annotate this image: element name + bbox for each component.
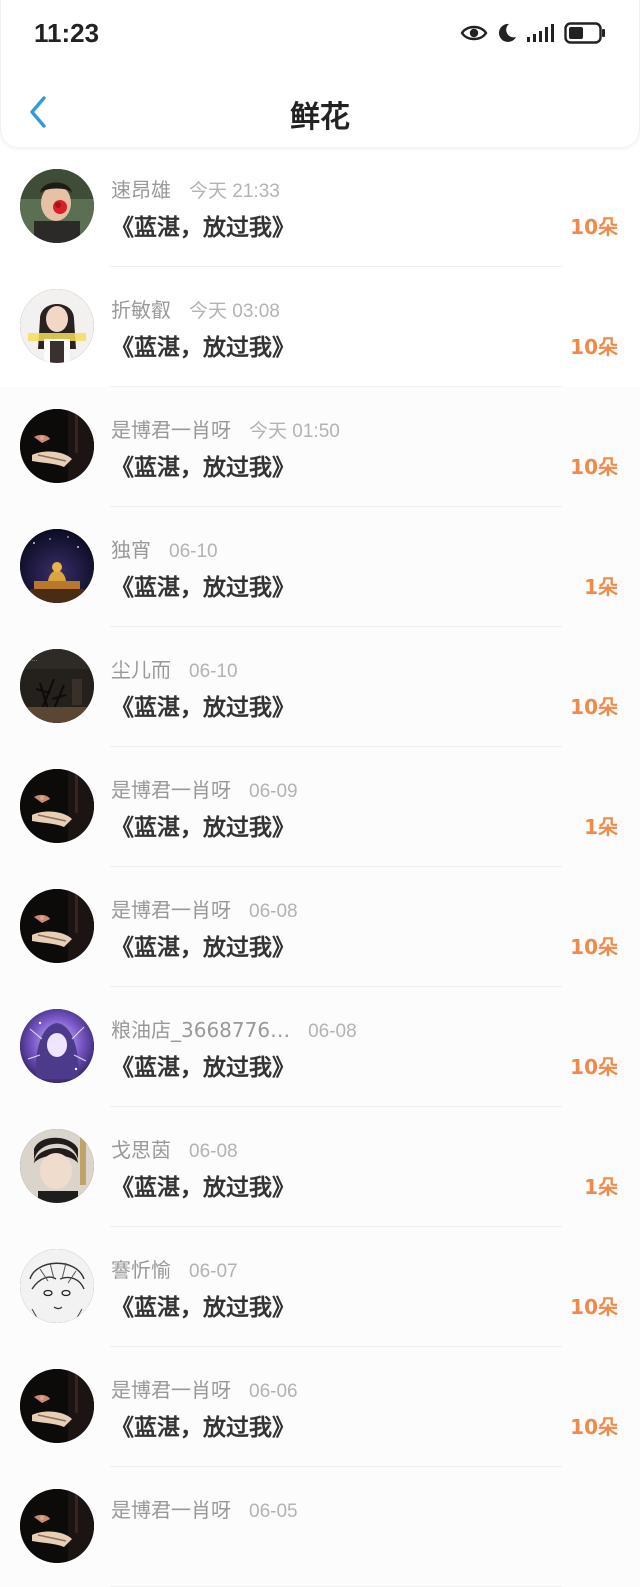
status-time: 11:23 bbox=[34, 18, 100, 48]
item-meta: 是博君一肖呀 06-05 bbox=[111, 1494, 298, 1522]
book-title: 《蓝湛，放过我》 bbox=[111, 695, 295, 721]
flower-count: 1朵 bbox=[584, 815, 618, 839]
sender-name[interactable]: 折敏叡 bbox=[111, 294, 171, 323]
sender-name[interactable]: 是博君一肖呀 bbox=[111, 774, 231, 803]
eye-icon bbox=[460, 25, 488, 41]
gift-time: 06-06 bbox=[249, 1381, 298, 1402]
gift-time: 06-08 bbox=[308, 1021, 357, 1042]
avatar[interactable] bbox=[20, 769, 94, 843]
item-meta: 是博君一肖呀 06-08 bbox=[111, 894, 298, 922]
item-meta: 戈思茵 06-08 bbox=[111, 1134, 238, 1162]
battery-icon bbox=[564, 22, 605, 44]
item-meta: 謇忻愉 06-07 bbox=[111, 1254, 238, 1282]
book-title: 《蓝湛，放过我》 bbox=[111, 335, 295, 361]
sender-name[interactable]: 粮油店_3668776… bbox=[111, 1014, 290, 1043]
gift-time: 06-08 bbox=[249, 901, 298, 922]
avatar[interactable] bbox=[20, 529, 94, 603]
list-item[interactable]: 是博君一肖呀 06-09 《蓝湛，放过我》 1朵 bbox=[0, 747, 640, 867]
avatar[interactable] bbox=[20, 169, 94, 243]
gift-time: 今天 01:50 bbox=[249, 421, 340, 442]
item-meta: 独宵 06-10 bbox=[111, 534, 218, 562]
item-meta: 速昂雄 今天 21:33 bbox=[111, 174, 280, 202]
sender-name[interactable]: 独宵 bbox=[111, 534, 151, 563]
moon-icon bbox=[498, 23, 516, 42]
flower-gift-list: 速昂雄 今天 21:33 《蓝湛，放过我》 10朵 折敏叡 今天 03:08 《… bbox=[0, 147, 640, 1587]
sender-name[interactable]: 戈思茵 bbox=[111, 1134, 171, 1163]
flower-count: 10朵 bbox=[570, 1415, 618, 1439]
sender-name[interactable]: 是博君一肖呀 bbox=[111, 1494, 231, 1523]
flower-count: 10朵 bbox=[570, 455, 618, 479]
book-title: 《蓝湛，放过我》 bbox=[111, 455, 295, 481]
book-title: 《蓝湛，放过我》 bbox=[111, 1415, 295, 1441]
item-meta: 尘儿而 06-10 bbox=[111, 654, 238, 682]
gift-time: 06-07 bbox=[189, 1261, 238, 1282]
book-title: 《蓝湛，放过我》 bbox=[111, 1055, 295, 1081]
avatar[interactable] bbox=[20, 409, 94, 483]
list-item[interactable]: 是博君一肖呀 06-08 《蓝湛，放过我》 10朵 bbox=[0, 867, 640, 987]
list-item[interactable]: 是博君一肖呀 今天 01:50 《蓝湛，放过我》 10朵 bbox=[0, 387, 640, 507]
flower-count: 10朵 bbox=[570, 935, 618, 959]
item-meta: 是博君一肖呀 06-06 bbox=[111, 1374, 298, 1402]
sender-name[interactable]: 謇忻愉 bbox=[111, 1254, 171, 1283]
sender-name[interactable]: 速昂雄 bbox=[111, 174, 171, 203]
flower-count: 1朵 bbox=[584, 1175, 618, 1199]
signal-icon bbox=[527, 24, 554, 42]
list-item[interactable]: 独宵 06-10 《蓝湛，放过我》 1朵 bbox=[0, 507, 640, 627]
sender-name[interactable]: 是博君一肖呀 bbox=[111, 894, 231, 923]
flower-count: 10朵 bbox=[570, 695, 618, 719]
book-title: 《蓝湛，放过我》 bbox=[111, 575, 295, 601]
avatar[interactable] bbox=[20, 1129, 94, 1203]
status-icons bbox=[460, 19, 606, 47]
page-title: 鲜花 bbox=[290, 100, 350, 135]
flower-count: 10朵 bbox=[570, 1295, 618, 1319]
sender-name[interactable]: 尘儿而 bbox=[111, 654, 171, 683]
list-item[interactable]: 謇忻愉 06-07 《蓝湛，放过我》 10朵 bbox=[0, 1227, 640, 1347]
list-item[interactable]: 折敏叡 今天 03:08 《蓝湛，放过我》 10朵 bbox=[0, 267, 640, 387]
gift-time: 06-10 bbox=[189, 661, 238, 682]
gift-time: 06-09 bbox=[249, 781, 298, 802]
list-item[interactable]: 速昂雄 今天 21:33 《蓝湛，放过我》 10朵 bbox=[0, 147, 640, 267]
avatar[interactable] bbox=[20, 1249, 94, 1323]
book-title: 《蓝湛，放过我》 bbox=[111, 815, 295, 841]
avatar[interactable] bbox=[20, 1369, 94, 1443]
sender-name[interactable]: 是博君一肖呀 bbox=[111, 1374, 231, 1403]
book-title: 《蓝湛，放过我》 bbox=[111, 1175, 295, 1201]
gift-time: 今天 03:08 bbox=[189, 301, 280, 322]
top-bar: 11:23 鲜花 bbox=[0, 0, 640, 147]
item-meta: 是博君一肖呀 今天 01:50 bbox=[111, 414, 340, 442]
sender-name[interactable]: 是博君一肖呀 bbox=[111, 414, 231, 443]
book-title: 《蓝湛，放过我》 bbox=[111, 1295, 295, 1321]
avatar[interactable] bbox=[20, 289, 94, 363]
list-item[interactable]: 是博君一肖呀 06-05 bbox=[0, 1467, 640, 1587]
gift-time: 06-05 bbox=[249, 1501, 298, 1522]
avatar[interactable] bbox=[20, 1489, 94, 1563]
item-meta: 折敏叡 今天 03:08 bbox=[111, 294, 280, 322]
avatar[interactable] bbox=[20, 649, 94, 723]
flower-count: 1朵 bbox=[584, 575, 618, 599]
list-item[interactable]: 尘儿而 06-10 《蓝湛，放过我》 10朵 bbox=[0, 627, 640, 747]
flower-count: 10朵 bbox=[570, 215, 618, 239]
gift-time: 今天 21:33 bbox=[189, 181, 280, 202]
item-meta: 粮油店_3668776… 06-08 bbox=[111, 1014, 357, 1042]
item-meta: 是博君一肖呀 06-09 bbox=[111, 774, 298, 802]
book-title: 《蓝湛，放过我》 bbox=[111, 935, 295, 961]
avatar[interactable] bbox=[20, 1009, 94, 1083]
list-item[interactable]: 是博君一肖呀 06-06 《蓝湛，放过我》 10朵 bbox=[0, 1347, 640, 1467]
list-item[interactable]: 戈思茵 06-08 《蓝湛，放过我》 1朵 bbox=[0, 1107, 640, 1227]
book-title: 《蓝湛，放过我》 bbox=[111, 215, 295, 241]
list-item[interactable]: 粮油店_3668776… 06-08 《蓝湛，放过我》 10朵 bbox=[0, 987, 640, 1107]
gift-time: 06-08 bbox=[189, 1141, 238, 1162]
avatar[interactable] bbox=[20, 889, 94, 963]
flower-count: 10朵 bbox=[570, 335, 618, 359]
flower-count: 10朵 bbox=[570, 1055, 618, 1079]
gift-time: 06-10 bbox=[169, 541, 218, 562]
